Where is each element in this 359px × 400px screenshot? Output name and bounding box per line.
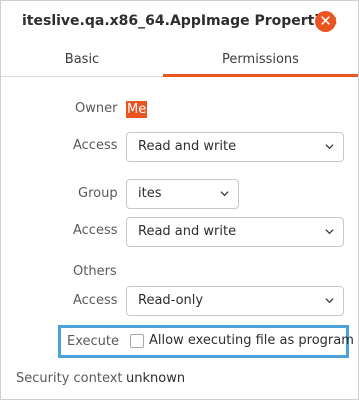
chevron-down-icon [325,144,334,150]
title-bar: iteslive.qa.x86_64.AppImage Properties ✕ [1,1,358,43]
properties-dialog: iteslive.qa.x86_64.AppImage Properties ✕… [0,0,359,400]
owner-access-dropdown[interactable]: Read and write [126,132,344,162]
others-access-value: Read-only [138,293,204,308]
close-icon: ✕ [319,12,332,30]
group-label: Group [78,186,118,201]
owner-access-value: Read and write [138,139,237,154]
group-value: ites [138,186,162,201]
group-access-dropdown[interactable]: Read and write [126,217,344,247]
tab-permissions-label: Permissions [222,52,299,67]
others-label: Others [73,264,117,279]
group-access-value: Read and write [138,224,237,239]
others-access-label: Access [73,293,118,308]
group-dropdown[interactable]: ites [126,179,239,209]
chevron-down-icon [325,298,334,304]
window-title: iteslive.qa.x86_64.AppImage Properties [22,13,337,29]
tab-basic[interactable]: Basic [1,43,163,76]
execute-checkbox-label[interactable]: Allow executing file as program [149,333,354,348]
tab-permissions[interactable]: Permissions [163,43,358,77]
owner-label: Owner [75,101,118,116]
close-button[interactable]: ✕ [315,11,336,32]
tab-selected-indicator [163,74,358,77]
execute-label: Execute [67,334,119,349]
group-access-label: Access [73,223,118,238]
others-access-dropdown[interactable]: Read-only [126,286,344,316]
security-context-value: unknown [126,371,186,386]
chevron-down-icon [325,229,334,235]
chevron-down-icon [220,191,229,197]
owner-value: Me [126,101,148,118]
owner-access-label: Access [73,138,118,153]
execute-checkbox[interactable] [130,334,144,348]
security-context-label: Security context [16,371,123,386]
tab-bar: Basic Permissions [1,43,358,77]
